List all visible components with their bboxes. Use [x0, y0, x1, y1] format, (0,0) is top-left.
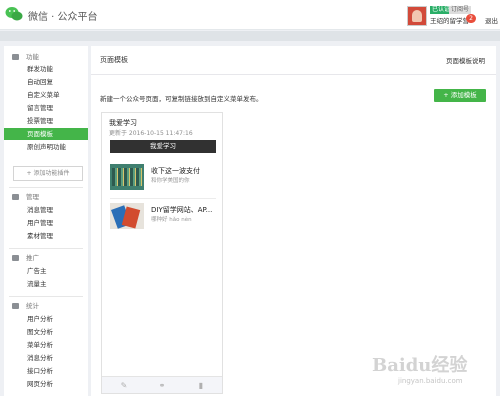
- article-divider: [110, 198, 216, 199]
- article-item[interactable]: 收下这一波支付 和你学美国的你: [110, 164, 218, 196]
- article-subtitle: 哪种好 hǎo nèn: [151, 217, 192, 223]
- sidebar-item-article-analysis[interactable]: 图文分析: [4, 326, 88, 338]
- card-title: 我爱学习: [109, 119, 137, 127]
- watermark: Baidu经验: [372, 355, 468, 376]
- article-thumbnail: [110, 203, 144, 229]
- sidebar-item-advertiser[interactable]: 广告主: [4, 265, 88, 277]
- sidebar-item-message-analysis[interactable]: 消息分析: [4, 352, 88, 364]
- sidebar-divider: [9, 248, 83, 249]
- sidebar-divider: [9, 296, 83, 297]
- grid-icon: [12, 54, 19, 60]
- sidebar-item-api-analysis[interactable]: 接口分析: [4, 365, 88, 377]
- avatar[interactable]: [407, 6, 427, 26]
- logout-link[interactable]: 退出: [485, 15, 498, 25]
- sidebar: 功能 群发功能 自动回复 自定义菜单 留言管理 投票管理 页面模板 原创声明功能…: [4, 46, 88, 396]
- sidebar-item-messages[interactable]: 消息管理: [4, 204, 88, 216]
- sidebar-item-user-analysis[interactable]: 用户分析: [4, 313, 88, 325]
- article-thumbnail: [110, 164, 144, 190]
- sidebar-item-auto-reply[interactable]: 自动回复: [4, 76, 88, 88]
- account-type-badge: 订阅号: [449, 6, 472, 14]
- chart-icon: [12, 303, 19, 309]
- sidebar-item-menu-analysis[interactable]: 菜单分析: [4, 339, 88, 351]
- sidebar-category-statistics: 统计: [4, 300, 88, 312]
- pencil-icon[interactable]: ✎: [119, 381, 129, 390]
- category-label: 功能: [26, 53, 39, 61]
- category-label: 统计: [26, 302, 39, 310]
- sidebar-item-materials[interactable]: 素材管理: [4, 230, 88, 242]
- account-name[interactable]: 王绍的留学营: [430, 15, 469, 25]
- link-icon[interactable]: ⚭: [157, 381, 167, 390]
- article-item[interactable]: DIY留学网站、AP... 哪种好 hǎo nèn: [110, 203, 218, 235]
- category-label: 推广: [26, 254, 39, 262]
- sidebar-item-mass-send[interactable]: 群发功能: [4, 63, 88, 75]
- notification-badge[interactable]: 2: [466, 14, 476, 23]
- article-title: DIY留学网站、AP...: [151, 206, 213, 214]
- add-template-button[interactable]: + 添加模板: [434, 89, 486, 102]
- sidebar-item-traffic-host[interactable]: 流量主: [4, 278, 88, 290]
- sidebar-item-web-analysis[interactable]: 网页分析: [4, 378, 88, 390]
- watermark-url: jingyan.baidu.com: [398, 377, 463, 385]
- template-help-link[interactable]: 页面模板说明: [446, 55, 485, 65]
- main-panel: 页面模板 页面模板说明 新建一个公众号页面，可复制链接放到自定义菜单发布。 + …: [91, 46, 496, 396]
- card-toolbar: ✎ ⚭ ▮: [102, 376, 222, 393]
- article-subtitle: 和你学美国的你: [151, 178, 190, 184]
- wechat-logo-icon: [5, 7, 23, 21]
- article-title: 收下这一波支付: [151, 167, 200, 175]
- sidebar-divider: [9, 187, 83, 188]
- template-card[interactable]: 我爱学习 更新于 2016-10-15 11:47:16 我爱学习 收下这一波支…: [101, 112, 223, 394]
- card-updated-time: 更新于 2016-10-15 11:47:16: [109, 130, 193, 137]
- sidebar-item-comments[interactable]: 留言管理: [4, 102, 88, 114]
- page-title: 页面模板: [100, 56, 128, 64]
- card-header-bar: 我爱学习: [110, 140, 216, 153]
- megaphone-icon: [12, 255, 19, 261]
- sidebar-category-promotion: 推广: [4, 252, 88, 264]
- header-strip: [0, 31, 500, 41]
- sidebar-item-votes[interactable]: 投票管理: [4, 115, 88, 127]
- sidebar-category-features: 功能: [4, 51, 88, 63]
- sidebar-category-management: 管理: [4, 191, 88, 203]
- page-description: 新建一个公众号页面，可复制链接放到自定义菜单发布。: [100, 95, 263, 103]
- sidebar-item-original-declaration[interactable]: 原创声明功能: [4, 141, 88, 153]
- folder-icon: [12, 194, 19, 200]
- header-divider: [91, 74, 496, 75]
- add-plugin-button[interactable]: + 添加功能插件: [13, 166, 83, 181]
- trash-icon[interactable]: ▮: [196, 381, 206, 390]
- category-label: 管理: [26, 193, 39, 201]
- platform-title[interactable]: 微信 · 公众平台: [28, 8, 98, 23]
- sidebar-item-users[interactable]: 用户管理: [4, 217, 88, 229]
- sidebar-item-custom-menu[interactable]: 自定义菜单: [4, 89, 88, 101]
- top-bar: 微信 · 公众平台 已认证 订阅号 王绍的留学营 2 退出: [0, 0, 500, 30]
- sidebar-item-page-templates[interactable]: 页面模板: [4, 128, 88, 140]
